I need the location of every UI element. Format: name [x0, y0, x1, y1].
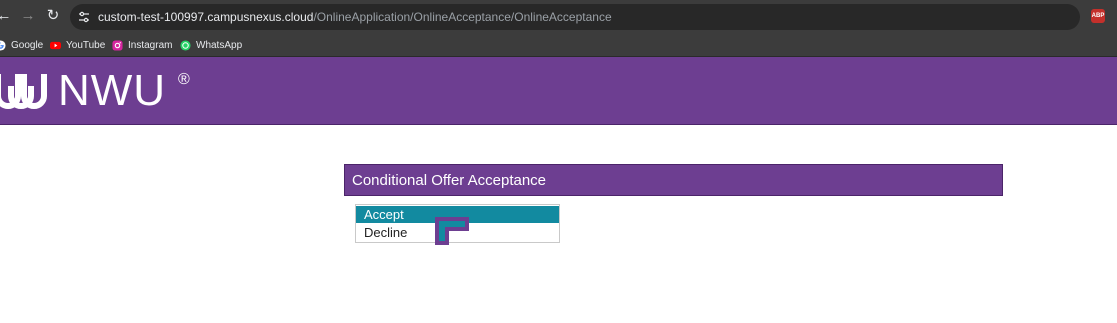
- address-bar[interactable]: custom-test-100997.campusnexus.cloud/Onl…: [70, 4, 1080, 30]
- forward-arrow-icon[interactable]: →: [18, 6, 38, 26]
- panel-title: Conditional Offer Acceptance: [352, 172, 547, 189]
- panel-header: Conditional Offer Acceptance: [344, 164, 1003, 196]
- bookmark-youtube[interactable]: YouTube: [50, 37, 105, 53]
- google-icon: [0, 39, 6, 51]
- bookmark-instagram[interactable]: Instagram: [112, 37, 172, 53]
- bookmark-label: YouTube: [66, 39, 106, 51]
- whatsapp-icon: [180, 39, 191, 51]
- url-host: custom-test-100997.campusnexus.cloud: [98, 10, 314, 24]
- bookmark-whatsapp[interactable]: WhatsApp: [180, 37, 242, 53]
- bookmark-label: Instagram: [128, 39, 173, 51]
- url-path: /OnlineApplication/OnlineAcceptance/Onli…: [313, 10, 612, 24]
- bookmarks-bar: Google YouTube Instagram WhatsApp: [0, 33, 1117, 57]
- cursor-highlight-icon: [435, 217, 469, 245]
- nwu-logo-icon[interactable]: [0, 66, 50, 116]
- youtube-icon: [50, 41, 61, 49]
- bookmark-label: WhatsApp: [196, 39, 243, 51]
- site-header: NWU ®: [0, 57, 1117, 125]
- registered-mark: ®: [178, 71, 190, 88]
- site-settings-icon[interactable]: [78, 11, 90, 23]
- reload-icon[interactable]: ↻: [43, 6, 63, 26]
- adblock-extension-icon[interactable]: ABP: [1091, 9, 1105, 23]
- bookmark-google[interactable]: Google: [0, 37, 43, 53]
- back-arrow-icon[interactable]: ←: [0, 6, 14, 26]
- url-text[interactable]: custom-test-100997.campusnexus.cloud/Onl…: [98, 10, 612, 24]
- bookmark-label: Google: [11, 39, 44, 51]
- browser-toolbar: ← → ↻ custom-test-100997.campusnexus.clo…: [0, 0, 1117, 33]
- instagram-icon: [112, 39, 123, 51]
- logo-wordmark: NWU: [58, 66, 167, 115]
